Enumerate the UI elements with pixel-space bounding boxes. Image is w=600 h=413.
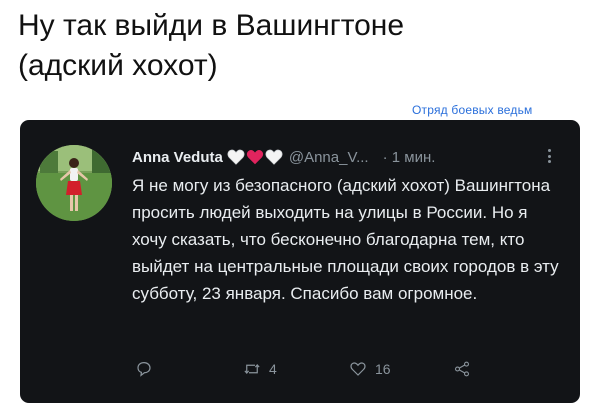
tweet-time[interactable]: · 1 мин.	[383, 149, 436, 166]
meme-caption: Ну так выйди в Вашингтоне (адский хохот)	[18, 6, 578, 86]
caption-line-2: (адский хохот)	[18, 49, 218, 82]
retweet-button[interactable]: 4	[243, 360, 277, 378]
retweet-icon	[244, 363, 260, 375]
like-button[interactable]: 16	[349, 360, 391, 378]
red-heart-icon	[246, 150, 263, 165]
tweet-body: Anna Veduta @Anna_V... · 1 мин. Я не мог	[132, 146, 562, 307]
like-icon	[350, 362, 366, 376]
tweet-header: Anna Veduta @Anna_V... · 1 мин.	[132, 146, 562, 168]
name-emoji	[227, 149, 283, 165]
author-name[interactable]: Anna Veduta	[132, 149, 223, 166]
more-icon[interactable]	[548, 146, 554, 166]
meme-page: Ну так выйди в Вашингтоне (адский хохот)…	[0, 0, 600, 413]
share-icon	[454, 361, 470, 377]
watermark: Отряд боевых ведьм	[412, 103, 533, 117]
white-heart-icon	[227, 149, 245, 165]
tweet-actions: 4 16	[135, 360, 535, 384]
like-count: 16	[375, 361, 391, 377]
share-button[interactable]	[453, 360, 471, 378]
reply-button[interactable]	[135, 360, 153, 378]
white-heart-icon	[265, 149, 283, 165]
caption-line-1: Ну так выйди в Вашингтоне	[18, 9, 405, 42]
avatar-photo	[36, 145, 112, 221]
author-handle[interactable]: @Anna_V...	[289, 149, 369, 166]
tweet-text: Я не могу из безопасного (адский хохот) …	[132, 176, 559, 303]
retweet-count: 4	[269, 361, 277, 377]
tweet-card[interactable]: Anna Veduta @Anna_V... · 1 мин. Я не мог	[20, 120, 580, 403]
avatar[interactable]	[36, 145, 112, 221]
reply-icon	[137, 362, 151, 377]
